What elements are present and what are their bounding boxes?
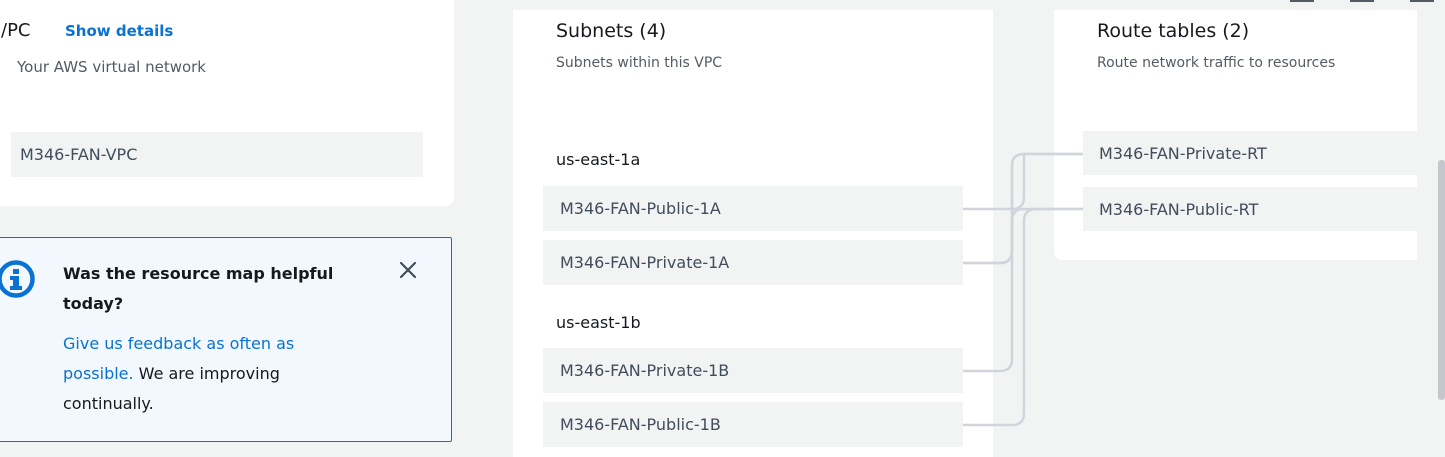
toolbar-icon-1[interactable] — [1290, 0, 1314, 2]
vpc-description: Your AWS virtual network — [17, 58, 206, 76]
scrollbar[interactable] — [1438, 160, 1445, 400]
subnet-public-1a[interactable]: M346-FAN-Public-1A — [543, 186, 963, 231]
vpc-resource[interactable]: M346-FAN-VPC — [11, 132, 423, 177]
info-icon — [0, 260, 35, 298]
route-tables-panel: Route tables (2) Route network traffic t… — [1054, 10, 1417, 260]
az-label-us-east-1a: us-east-1a — [556, 150, 641, 169]
az-label-us-east-1b: us-east-1b — [556, 313, 641, 332]
subnets-title: Subnets (4) — [556, 20, 667, 42]
route-tables-title: Route tables (2) — [1097, 20, 1250, 42]
feedback-body: Give us feedback as often as possible. W… — [63, 329, 353, 419]
toolbar-icon-2[interactable] — [1350, 0, 1374, 2]
subnets-description: Subnets within this VPC — [556, 55, 723, 71]
vpc-title: /PC — [1, 20, 31, 41]
feedback-title: Was the resource map helpful today? — [63, 264, 334, 313]
subnet-private-1b[interactable]: M346-FAN-Private-1B — [543, 348, 963, 393]
route-tables-description: Route network traffic to resources — [1097, 55, 1336, 71]
vpc-panel: /PC Show details Your AWS virtual networ… — [0, 0, 454, 206]
toolbar-icon-3[interactable] — [1410, 0, 1434, 2]
close-icon[interactable] — [396, 258, 420, 282]
route-table-public-rt[interactable]: M346-FAN-Public-RT — [1083, 187, 1417, 231]
route-table-private-rt[interactable]: M346-FAN-Private-RT — [1083, 131, 1417, 175]
subnet-public-1b[interactable]: M346-FAN-Public-1B — [543, 402, 963, 447]
subnet-private-1a[interactable]: M346-FAN-Private-1A — [543, 240, 963, 285]
subnets-panel: Subnets (4) Subnets within this VPC us-e… — [513, 10, 993, 457]
show-details-link[interactable]: Show details — [65, 22, 173, 40]
feedback-flashbar: Was the resource map helpful today? Give… — [0, 237, 452, 442]
